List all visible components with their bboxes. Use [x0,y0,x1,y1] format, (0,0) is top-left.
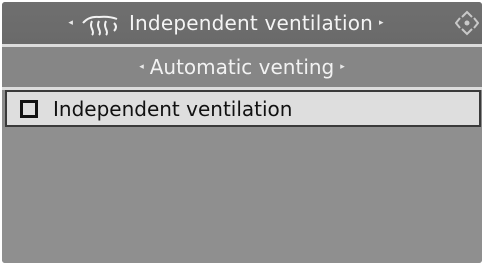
menu-item-independent-ventilation[interactable]: Independent ventilation [5,90,481,127]
title-bar-content: ◂ Independent ventilation ▸ [2,2,450,44]
subheader-left-arrow-icon[interactable]: ◂ [139,62,144,72]
title-bar: ◂ Independent ventilation ▸ [2,2,482,44]
sub-tab-title[interactable]: Automatic venting [150,55,335,79]
checkbox-icon[interactable] [20,99,38,118]
controller-direction-icon [454,8,480,38]
ventilation-icon [81,10,121,36]
header-left-arrow-icon[interactable]: ◂ [68,18,73,28]
empty-content-area [2,127,482,263]
sub-tab-bar[interactable]: ◂ Automatic venting ▸ [2,47,482,87]
subheader-right-arrow-icon[interactable]: ▸ [340,62,345,72]
climate-screen: ◂ Independent ventilation ▸ ◂ Automatic … [2,2,482,263]
header-right-arrow-icon[interactable]: ▸ [379,18,384,28]
page-title: Independent ventilation [128,11,374,35]
menu-item-label: Independent ventilation [53,96,293,121]
